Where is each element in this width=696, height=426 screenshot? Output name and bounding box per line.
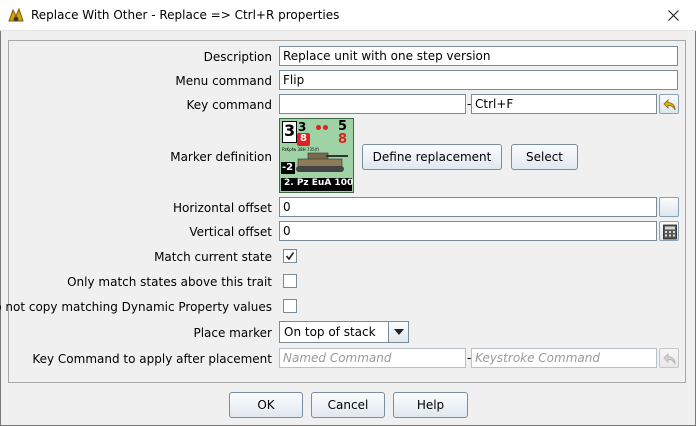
menu-command-field[interactable]: Flip	[279, 70, 678, 90]
close-icon	[667, 10, 679, 21]
menu-command-label: Menu command	[175, 74, 272, 88]
counter-top-left-small: 3	[298, 120, 307, 134]
after-placement-undo-button[interactable]	[659, 348, 679, 368]
no-copy-dynamic-label: Do not copy matching Dynamic Property va…	[0, 300, 272, 314]
counter-modifier: -2	[282, 162, 294, 173]
match-current-state-checkbox[interactable]	[283, 249, 297, 263]
window-title: Replace With Other - Replace => Ctrl+R p…	[31, 8, 340, 22]
key-after-placement-label: Key Command to apply after placement	[32, 352, 272, 366]
calculator-icon	[663, 224, 677, 240]
description-label: Description	[203, 50, 272, 64]
define-replacement-button[interactable]: Define replacement	[362, 144, 502, 170]
match-current-state-label: Match current state	[154, 250, 272, 264]
key-command-named-field[interactable]	[279, 94, 466, 114]
marker-counter-image: 3 3 8 5 8 PzKpfw 38H 735(f) -2 2. Pz EuA…	[279, 118, 354, 193]
chevron-down-icon	[394, 329, 404, 335]
counter-dot-right	[323, 125, 328, 130]
marker-definition-label: Marker definition	[170, 150, 272, 164]
after-placement-named-field[interactable]: Named Command	[279, 348, 466, 368]
horizontal-offset-label: Horizontal offset	[172, 201, 272, 215]
only-match-above-checkbox[interactable]	[283, 274, 297, 288]
undo-key-button[interactable]	[659, 94, 679, 114]
place-marker-label: Place marker	[193, 326, 272, 340]
undo-arrow-icon	[663, 353, 676, 365]
title-bar: Replace With Other - Replace => Ctrl+R p…	[0, 0, 696, 31]
place-marker-value: On top of stack	[284, 325, 376, 339]
calculator-button[interactable]	[659, 221, 679, 241]
description-field[interactable]: Replace unit with one step version	[279, 46, 678, 66]
horizontal-offset-field[interactable]: 0	[279, 197, 657, 217]
help-button[interactable]: Help	[393, 392, 468, 418]
cancel-button[interactable]: Cancel	[311, 392, 385, 418]
vertical-offset-label: Vertical offset	[189, 225, 272, 239]
only-match-above-label: Only match states above this trait	[67, 275, 272, 289]
undo-arrow-icon	[663, 99, 676, 111]
key-command-label: Key command	[186, 98, 272, 112]
select-button[interactable]: Select	[511, 144, 578, 170]
after-placement-keystroke-field[interactable]: Keystroke Command	[471, 348, 657, 368]
no-copy-dynamic-checkbox[interactable]	[283, 299, 297, 313]
counter-top-right-red: 8	[338, 132, 348, 147]
app-logo-icon	[8, 7, 24, 22]
counter-unit-name: 2. Pz EuA 100	[284, 178, 354, 188]
close-button[interactable]	[650, 0, 696, 31]
counter-dot-left	[316, 125, 321, 130]
vertical-offset-field[interactable]: 0	[279, 221, 657, 241]
key-command-keystroke-field[interactable]: Ctrl+F	[471, 94, 657, 114]
check-icon	[285, 252, 295, 261]
ok-button[interactable]: OK	[229, 392, 303, 418]
place-marker-dropdown-button[interactable]	[388, 322, 408, 342]
tank-icon	[296, 152, 348, 172]
place-marker-select[interactable]: On top of stack	[279, 321, 409, 343]
horizontal-offset-button[interactable]	[659, 197, 679, 217]
counter-top-left: 3	[284, 121, 296, 140]
counter-red-box-value: 8	[300, 133, 307, 144]
